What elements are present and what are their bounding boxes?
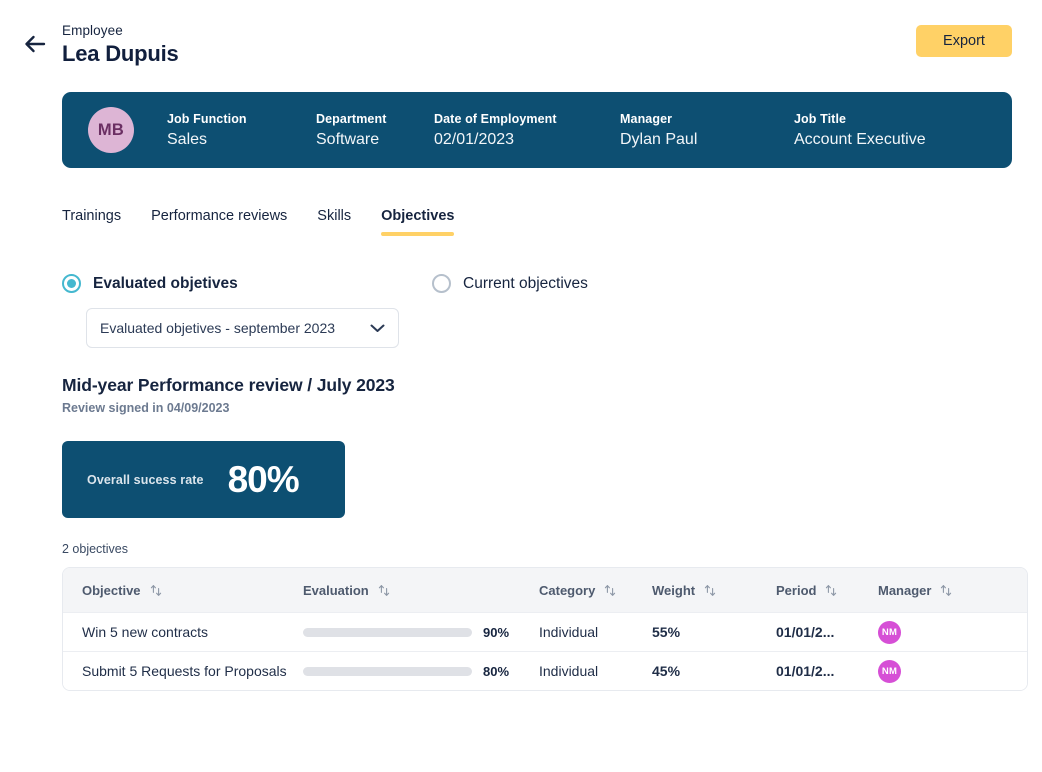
column-header-evaluation[interactable]: Evaluation <box>303 583 539 598</box>
cell-evaluation: 80% <box>303 664 539 679</box>
cell-period: 01/01/2... <box>776 663 835 679</box>
review-signed-date: Review signed in 04/09/2023 <box>62 401 230 415</box>
radio-current-objectives[interactable]: Current objectives <box>432 274 588 293</box>
table-header-row: Objective Evaluation Category Weight Per… <box>63 568 1027 612</box>
cell-weight: 45% <box>652 663 681 679</box>
info-field-date-of-employment: Date of Employment 02/01/2023 <box>434 111 620 150</box>
column-label: Category <box>539 582 596 598</box>
column-label: Manager <box>878 582 932 598</box>
cell-objective: Submit 5 Requests for Proposals <box>82 663 287 679</box>
review-title: Mid-year Performance review / July 2023 <box>62 375 395 395</box>
info-field-label: Manager <box>620 111 673 126</box>
progress-percent: 90% <box>483 624 510 640</box>
objective-count: 2 objectives <box>62 542 129 556</box>
employee-objectives-page: Employee Lea Dupuis Export MB Job Functi… <box>0 0 1042 772</box>
info-field-value: 02/01/2023 <box>434 130 515 148</box>
radio-indicator-icon <box>432 274 451 293</box>
avatar: NM <box>878 659 901 683</box>
kpi-value: 80% <box>227 459 300 500</box>
export-button[interactable]: Export <box>916 25 1012 57</box>
cell-objective: Win 5 new contracts <box>82 624 209 640</box>
info-field-label: Job Title <box>794 111 847 126</box>
column-label: Objective <box>82 582 141 598</box>
radio-indicator-icon <box>62 274 81 293</box>
table-row[interactable]: Win 5 new contracts 90% Individual 55% 0… <box>63 612 1027 651</box>
sort-arrows-icon <box>940 584 952 597</box>
column-label: Evaluation <box>303 582 369 598</box>
info-field-manager: Manager Dylan Paul <box>620 111 794 150</box>
progress-percent: 80% <box>483 663 510 679</box>
radio-label: Current objectives <box>463 274 588 292</box>
info-field-department: Department Software <box>316 111 434 150</box>
sort-arrows-icon <box>604 584 616 597</box>
back-button[interactable] <box>18 28 52 60</box>
cell-category: Individual <box>539 624 599 640</box>
info-field-label: Department <box>316 111 387 126</box>
progress-bar <box>303 627 472 637</box>
info-field-value: Account Executive <box>794 130 926 148</box>
chevron-down-icon <box>370 324 385 333</box>
info-field-job-title: Job Title Account Executive <box>794 111 926 150</box>
column-header-manager[interactable]: Manager <box>878 583 1018 598</box>
cell-category: Individual <box>539 663 599 679</box>
sort-arrows-icon <box>150 584 162 597</box>
select-value: Evaluated objetives - september 2023 <box>100 320 336 336</box>
page-title: Lea Dupuis <box>62 41 179 66</box>
column-label: Period <box>776 582 817 598</box>
tab-objectives[interactable]: Objectives <box>381 208 455 236</box>
radio-label: Evaluated objetives <box>93 274 238 292</box>
tab-bar: Trainings Performance reviews Skills Obj… <box>62 208 455 236</box>
sort-arrows-icon <box>378 584 390 597</box>
tab-performance-reviews[interactable]: Performance reviews <box>151 208 287 236</box>
arrow-left-icon <box>24 35 46 53</box>
progress-bar <box>303 666 472 676</box>
column-header-objective[interactable]: Objective <box>63 583 303 598</box>
info-field-value: Sales <box>167 130 208 148</box>
cell-evaluation: 90% <box>303 625 539 640</box>
info-field-list: Job Function Sales Department Software D… <box>167 111 926 150</box>
overall-success-rate-card: Overall sucess rate 80% <box>62 441 345 518</box>
avatar: NM <box>878 620 901 644</box>
cell-manager: NM <box>878 620 1018 644</box>
info-field-label: Job Function <box>167 111 247 126</box>
table-row[interactable]: Submit 5 Requests for Proposals 80% Indi… <box>63 651 1027 690</box>
radio-evaluated-objectives[interactable]: Evaluated objetives <box>62 274 238 293</box>
cell-weight: 55% <box>652 624 681 640</box>
info-field-label: Date of Employment <box>434 111 557 126</box>
column-header-category[interactable]: Category <box>539 583 652 598</box>
page-title-block: Employee Lea Dupuis <box>62 22 179 67</box>
info-field-value: Dylan Paul <box>620 130 698 148</box>
page-eyebrow: Employee <box>62 23 123 38</box>
objectives-table: Objective Evaluation Category Weight Per… <box>62 567 1028 691</box>
avatar: MB <box>88 107 134 153</box>
column-header-weight[interactable]: Weight <box>652 583 776 598</box>
column-header-period[interactable]: Period <box>776 583 878 598</box>
info-field-job-function: Job Function Sales <box>167 111 316 150</box>
kpi-label: Overall sucess rate <box>87 472 204 487</box>
tab-skills[interactable]: Skills <box>317 208 351 236</box>
cell-period: 01/01/2... <box>776 624 835 640</box>
employee-info-card: MB Job Function Sales Department Softwar… <box>62 92 1012 168</box>
page-header: Employee Lea Dupuis Export <box>0 0 1042 84</box>
evaluation-period-select[interactable]: Evaluated objetives - september 2023 <box>86 308 399 348</box>
cell-manager: NM <box>878 659 1018 683</box>
info-field-value: Software <box>316 130 380 148</box>
column-label: Weight <box>652 582 696 598</box>
sort-arrows-icon <box>704 584 716 597</box>
sort-arrows-icon <box>825 584 837 597</box>
tab-trainings[interactable]: Trainings <box>62 208 121 236</box>
